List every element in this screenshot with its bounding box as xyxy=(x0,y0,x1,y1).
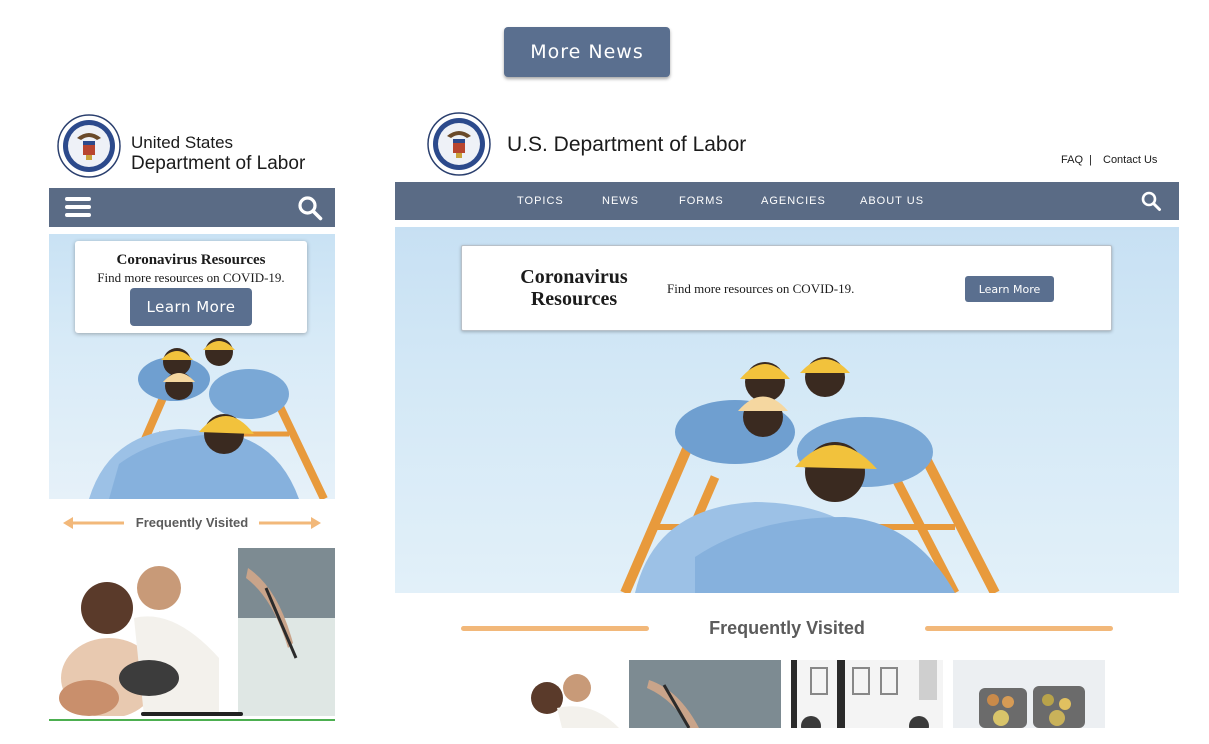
divider-left xyxy=(461,626,649,631)
nav-topics[interactable]: TOPICS xyxy=(517,195,564,207)
frequently-visited-header: Frequently Visited xyxy=(49,506,335,542)
agency-name: U.S. Department of Labor xyxy=(507,133,747,156)
family-thumbnail[interactable] xyxy=(467,660,619,728)
agency-name-line1: United States xyxy=(131,133,234,152)
menu-icon[interactable] xyxy=(65,197,91,217)
mobile-header: United States Department of Labor xyxy=(49,106,335,188)
home-indicator xyxy=(141,712,243,716)
signing-thumbnail[interactable] xyxy=(629,660,781,728)
dol-seal-icon[interactable] xyxy=(427,112,491,176)
frequently-visited-carousel[interactable] xyxy=(49,548,335,716)
agency-name-line2: Department of Labor xyxy=(131,153,306,174)
desktop-nav-bar: TOPICS NEWS FORMS AGENCIES ABOUT US xyxy=(395,182,1179,220)
covid-promo-card: Coronavirus Resources Find more resource… xyxy=(461,245,1112,331)
dol-seal-icon[interactable] xyxy=(57,114,121,178)
search-icon[interactable] xyxy=(297,195,323,221)
frequently-visited-title: Frequently Visited xyxy=(135,515,249,530)
food-thumbnail[interactable] xyxy=(953,660,1105,728)
frequently-visited-title: Frequently Visited xyxy=(709,618,865,638)
faq-link[interactable]: FAQ xyxy=(1061,154,1083,166)
frequently-visited-carousel xyxy=(395,660,1179,728)
divider-right xyxy=(925,626,1113,631)
signing-document-photo[interactable] xyxy=(238,548,335,716)
promo-text: Find more resources on COVID-19. xyxy=(667,281,855,296)
mobile-nav-bar xyxy=(49,188,335,227)
nav-forms[interactable]: FORMS xyxy=(679,195,724,207)
search-icon[interactable] xyxy=(1140,190,1162,212)
desktop-mockup: U.S. Department of Labor FAQ | Contact U… xyxy=(395,106,1179,728)
nav-agencies[interactable]: AGENCIES xyxy=(761,195,826,207)
link-separator: | xyxy=(1089,154,1092,166)
covid-promo-card: Coronavirus Resources Find more resource… xyxy=(75,241,307,333)
learn-more-button[interactable]: Learn More xyxy=(965,276,1054,302)
promo-text: Find more resources on COVID-19. xyxy=(97,270,285,285)
family-photo[interactable] xyxy=(49,548,235,716)
hero-image: Coronavirus Resources Find more resource… xyxy=(49,234,335,499)
learn-more-button[interactable]: Learn More xyxy=(130,288,252,326)
hero-image: Coronavirus Resources Find more resource… xyxy=(395,227,1179,593)
more-news-button[interactable]: More News xyxy=(504,27,670,77)
nav-news[interactable]: NEWS xyxy=(602,195,639,207)
nav-about-us[interactable]: ABOUT US xyxy=(860,195,924,207)
desktop-header: U.S. Department of Labor FAQ | Contact U… xyxy=(395,106,1179,182)
building-thumbnail[interactable] xyxy=(791,660,943,728)
promo-title: Coronavirus Resources xyxy=(520,266,628,310)
bottom-divider xyxy=(49,719,335,721)
frequently-visited-header: Frequently Visited xyxy=(395,606,1179,646)
contact-us-link[interactable]: Contact Us xyxy=(1103,154,1157,166)
mobile-mockup: United States Department of Labor Corona… xyxy=(49,106,335,722)
promo-title: Coronavirus Resources xyxy=(116,252,266,268)
